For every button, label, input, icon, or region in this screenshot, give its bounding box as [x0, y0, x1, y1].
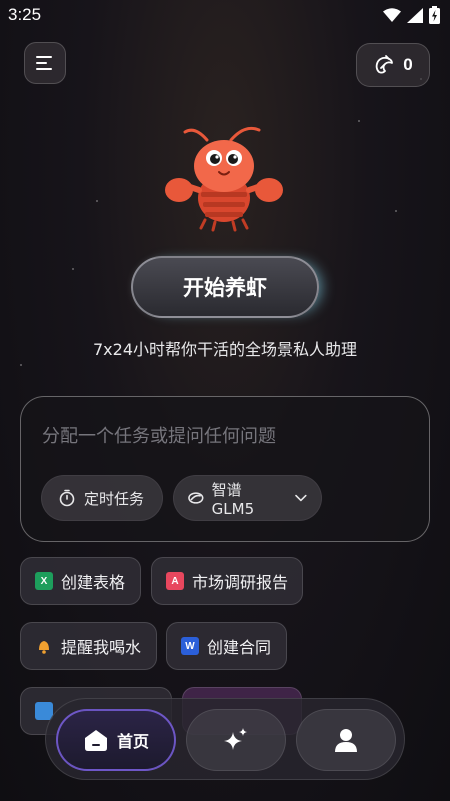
excel-icon: X	[35, 572, 53, 590]
wifi-icon	[383, 7, 401, 22]
tab-home[interactable]: 首页	[56, 709, 176, 771]
sparkle-icon	[224, 728, 247, 750]
quick-action-create-contract[interactable]: W 创建合同	[166, 622, 287, 670]
quick-action-create-sheet[interactable]: X 创建表格	[20, 557, 141, 605]
star	[358, 120, 360, 122]
task-input-placeholder: 分配一个任务或提问任何问题	[42, 426, 276, 447]
menu-button[interactable]	[24, 42, 66, 84]
star	[72, 268, 74, 270]
quick-action-drink-reminder[interactable]: 提醒我喝水	[20, 622, 157, 670]
menu-icon	[36, 56, 52, 70]
battery-icon	[429, 6, 440, 24]
pdf-icon: A	[166, 572, 184, 590]
bell-icon	[35, 637, 53, 655]
start-button[interactable]: 开始养虾	[131, 256, 319, 318]
star	[20, 364, 22, 366]
shrimp-mascot	[165, 126, 283, 232]
credits-button[interactable]: 0	[356, 43, 430, 87]
word-icon: W	[181, 637, 199, 655]
bottom-navigation: 首页	[45, 698, 405, 780]
shrimp-credit-icon	[376, 55, 394, 74]
star	[395, 210, 397, 212]
scheduled-task-button[interactable]: 定时任务	[41, 475, 163, 521]
scheduled-task-label: 定时任务	[84, 489, 145, 508]
status-bar: 3:25	[0, 0, 450, 30]
quick-action-label: 市场调研报告	[192, 573, 289, 592]
quick-action-label: 创建表格	[61, 573, 126, 592]
credit-count: 0	[403, 55, 413, 74]
status-time: 3:25	[8, 5, 42, 24]
tab-profile[interactable]	[296, 709, 396, 771]
user-icon	[335, 729, 357, 752]
star	[96, 200, 98, 202]
chevron-down-icon	[295, 494, 307, 502]
quick-action-label: 提醒我喝水	[61, 638, 142, 657]
model-label: 智谱 GLM5	[211, 480, 255, 518]
status-icons	[383, 6, 440, 24]
task-input-card[interactable]: 分配一个任务或提问任何问题 定时任务 智谱 GLM5	[20, 396, 430, 542]
tab-ai[interactable]	[186, 709, 286, 771]
timer-icon	[59, 489, 75, 507]
tagline: 7x24小时帮你干活的全场景私人助理	[92, 340, 357, 359]
model-logo-icon	[188, 492, 204, 504]
signal-icon	[407, 7, 423, 23]
tab-home-label: 首页	[116, 732, 149, 751]
quick-action-market-report[interactable]: A 市场调研报告	[151, 557, 303, 605]
model-selector[interactable]: 智谱 GLM5	[173, 475, 322, 521]
quick-action-label: 创建合同	[207, 638, 272, 657]
home-icon	[84, 730, 107, 751]
